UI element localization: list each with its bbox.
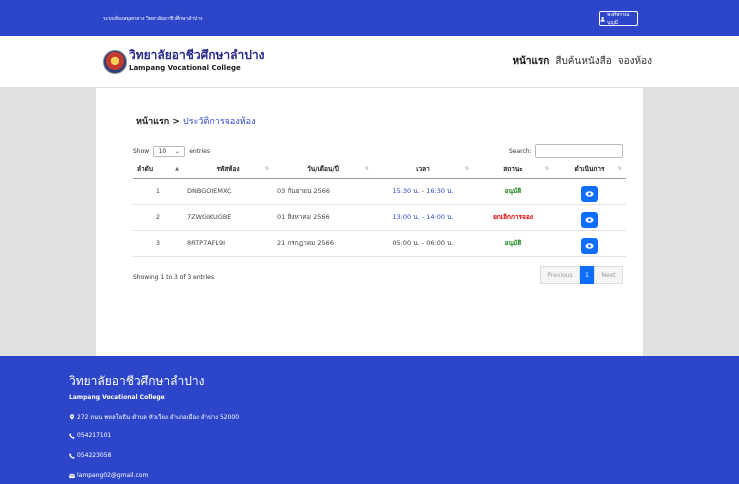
view-button[interactable]	[581, 186, 598, 202]
next-page-button[interactable]: Next	[594, 266, 623, 284]
phone-icon	[69, 452, 75, 459]
phone-icon	[69, 432, 75, 439]
cell-status: อนุมัติ	[473, 178, 553, 205]
site-header: วิทยาลัยอาชีวศึกษาลำปาง Lampang Vocation…	[0, 36, 739, 88]
cell-no: 2	[133, 204, 183, 231]
brand-title-en[interactable]: Lampang Vocational College	[129, 64, 241, 72]
top-bar: ระบบห้องสมุดกลาง วิทยาลัยอาชีวศึกษาลำปาง…	[0, 0, 739, 36]
cell-time: 05:00 น. - 06:00 น.	[373, 230, 473, 257]
table-row: 2 7ZWGIKUGBE 01 สิงหาคม 2566 13:00 น. - …	[133, 204, 626, 231]
search-input[interactable]	[534, 144, 623, 158]
cell-room-code: 7ZWGIKUGBE	[183, 204, 273, 231]
cell-room-code: DNBGOIEMXC	[183, 178, 273, 205]
entries-label: entries	[189, 148, 211, 155]
page-length-select[interactable]: 10 ⌄	[153, 146, 186, 157]
breadcrumb-separator: >	[169, 117, 184, 127]
chevron-down-icon: ⌄	[174, 148, 180, 155]
footer-email: lampang02@gmail.com	[69, 472, 148, 479]
brand-title-th[interactable]: วิทยาลัยอาชีวศึกษาลำปาง	[129, 46, 264, 65]
cell-time: 13:00 น. - 14:00 น.	[373, 204, 473, 231]
table-header-row: ลำดับ ▲ รหัสห้อง ⇅ วัน/เดือน/ปี ⇅ เวลา ⇅ สถา…	[133, 161, 626, 179]
breadcrumb-current: ประวัติการจองห้อง	[183, 117, 256, 127]
cell-status: อนุมัติ	[473, 230, 553, 257]
booking-history-table: ลำดับ ▲ รหัสห้อง ⇅ วัน/เดือน/ปี ⇅ เวลา ⇅ สถา…	[133, 161, 626, 257]
user-icon	[600, 16, 605, 22]
sort-icon: ⇅	[544, 166, 549, 172]
cell-no: 1	[133, 178, 183, 205]
table-search: Search:	[509, 144, 623, 158]
col-status[interactable]: สถานะ ⇅	[473, 161, 553, 179]
breadcrumb-home[interactable]: หน้าแรก	[136, 117, 169, 127]
eye-icon	[585, 191, 594, 197]
cell-date: 01 สิงหาคม 2566	[273, 204, 373, 231]
eye-icon	[585, 217, 594, 223]
footer-title: วิทยาลัยอาชีวศึกษาลำปาง	[69, 374, 205, 388]
nav-home[interactable]: หน้าแรก	[512, 54, 549, 69]
sort-icon: ⇅	[617, 166, 622, 172]
footer-subtitle: Lampang Vocational College	[69, 394, 165, 401]
table-row: 3 8RTP7AFL9I 21 กรกฎาคม 2566 05:00 น. - …	[133, 230, 626, 257]
page-length-control: Show 10 ⌄ entries	[133, 146, 210, 157]
cell-date: 03 กันยายน 2566	[273, 178, 373, 205]
sort-asc-icon: ▲	[175, 166, 179, 172]
footer-phone-2: 054223058	[69, 452, 111, 459]
cell-status: ยกเลิกการจอง	[473, 204, 553, 231]
footer-phone-1: 054217101	[69, 432, 111, 439]
cell-date: 21 กรกฎาคม 2566	[273, 230, 373, 257]
sort-icon: ⇅	[464, 166, 469, 172]
eye-icon	[585, 243, 594, 249]
sort-icon: ⇅	[264, 166, 269, 172]
cell-no: 3	[133, 230, 183, 257]
show-label: Show	[133, 148, 150, 155]
footer-address: 272 ถนน พหลโยธิน ตำบล หัวเวียง อำเภอเมือ…	[69, 412, 239, 422]
col-time[interactable]: เวลา ⇅	[373, 161, 473, 179]
envelope-icon	[69, 473, 75, 478]
nav-search-books[interactable]: สืบค้นหนังสือ	[555, 54, 611, 69]
user-name: พงศ์พรรณ บุญมี	[607, 11, 630, 26]
view-button[interactable]	[581, 238, 598, 254]
previous-page-button[interactable]: Previous	[540, 266, 580, 284]
system-name: ระบบห้องสมุดกลาง วิทยาลัยอาชีวศึกษาลำปาง	[103, 16, 203, 22]
pagination: Previous 1 Next	[540, 266, 623, 284]
col-date[interactable]: วัน/เดือน/ปี ⇅	[273, 161, 373, 179]
nav-room-booking[interactable]: จองห้อง	[618, 54, 652, 69]
table-info: Showing 1 to 3 of 3 entries	[133, 274, 214, 281]
college-logo[interactable]	[103, 50, 127, 74]
breadcrumb: หน้าแรก > ประวัติการจองห้อง	[136, 114, 255, 128]
search-label: Search:	[509, 147, 532, 155]
main-content: หน้าแรก > ประวัติการจองห้อง Show 10 ⌄ en…	[96, 88, 643, 356]
sort-icon: ⇅	[364, 166, 369, 172]
table-row: 1 DNBGOIEMXC 03 กันยายน 2566 15:30 น. - …	[133, 178, 626, 205]
page-1-button[interactable]: 1	[580, 266, 594, 284]
user-button[interactable]: พงศ์พรรณ บุญมี	[599, 11, 638, 26]
main-nav: หน้าแรก สืบค้นหนังสือ จองห้อง	[512, 54, 652, 69]
col-no[interactable]: ลำดับ ▲	[133, 161, 183, 179]
col-room-code[interactable]: รหัสห้อง ⇅	[183, 161, 273, 179]
cell-room-code: 8RTP7AFL9I	[183, 230, 273, 257]
view-button[interactable]	[581, 212, 598, 228]
col-action[interactable]: ดำเนินการ ⇅	[553, 161, 626, 179]
page-length-value: 10	[158, 148, 167, 155]
cell-time: 15:30 น. - 16:30 น.	[373, 178, 473, 205]
site-footer: วิทยาลัยอาชีวศึกษาลำปาง Lampang Vocation…	[0, 356, 739, 484]
map-pin-icon	[69, 414, 75, 420]
